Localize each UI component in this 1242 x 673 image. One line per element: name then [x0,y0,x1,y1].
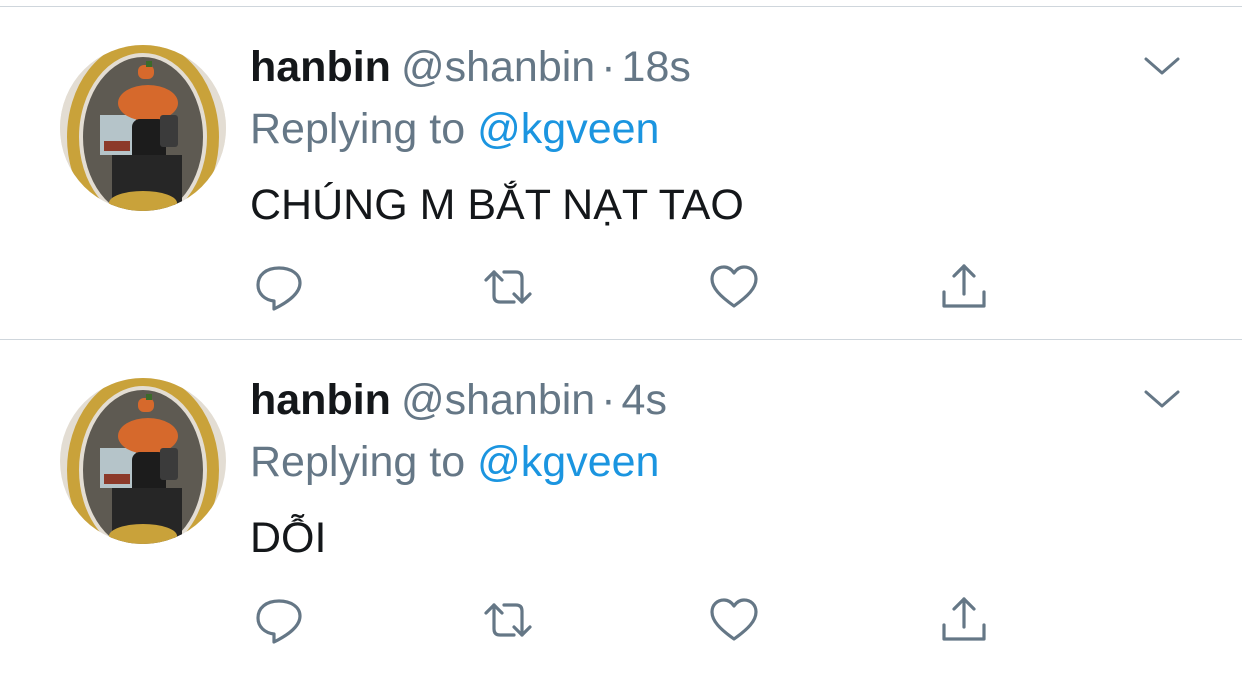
separator-dot: · [601,43,616,91]
reply-mention-link[interactable]: @kgveen [477,105,659,153]
display-name[interactable]: hanbin [250,376,391,424]
timestamp[interactable]: 18s [622,43,691,91]
retweet-icon[interactable] [482,595,534,645]
avatar-image [60,378,226,544]
heart-icon[interactable] [708,262,760,312]
avatar[interactable] [60,45,226,211]
share-icon[interactable] [938,595,990,645]
reply-mention-link[interactable]: @kgveen [477,438,659,486]
avatar-image [60,45,226,211]
replying-to-label: Replying to [250,438,466,486]
chevron-down-icon[interactable] [1140,384,1184,414]
separator-dot: · [601,376,616,424]
user-handle[interactable]: @shanbin [401,43,595,91]
chevron-down-icon[interactable] [1140,51,1184,81]
tweet-header: hanbin @shanbin · 18s [250,39,691,95]
replying-to-line: Replying to @kgveen [250,101,659,157]
tweet[interactable]: hanbin @shanbin · 18s Replying to @kgveen CH… [0,7,1242,340]
heart-icon[interactable] [708,595,760,645]
timestamp[interactable]: 4s [622,376,667,424]
reply-icon[interactable] [253,595,305,645]
tweet-text: CHÚNG M BẮT NẠT TAO [250,181,744,229]
replying-to-line: Replying to @kgveen [250,434,659,490]
display-name[interactable]: hanbin [250,43,391,91]
retweet-icon[interactable] [482,262,534,312]
tweet[interactable]: hanbin @shanbin · 4s Replying to @kgveen DỖI [0,340,1242,673]
reply-icon[interactable] [253,262,305,312]
tweet-header: hanbin @shanbin · 4s [250,372,667,428]
tweet-text: DỖI [250,514,327,562]
share-icon[interactable] [938,262,990,312]
avatar[interactable] [60,378,226,544]
replying-to-label: Replying to [250,105,466,153]
user-handle[interactable]: @shanbin [401,376,595,424]
